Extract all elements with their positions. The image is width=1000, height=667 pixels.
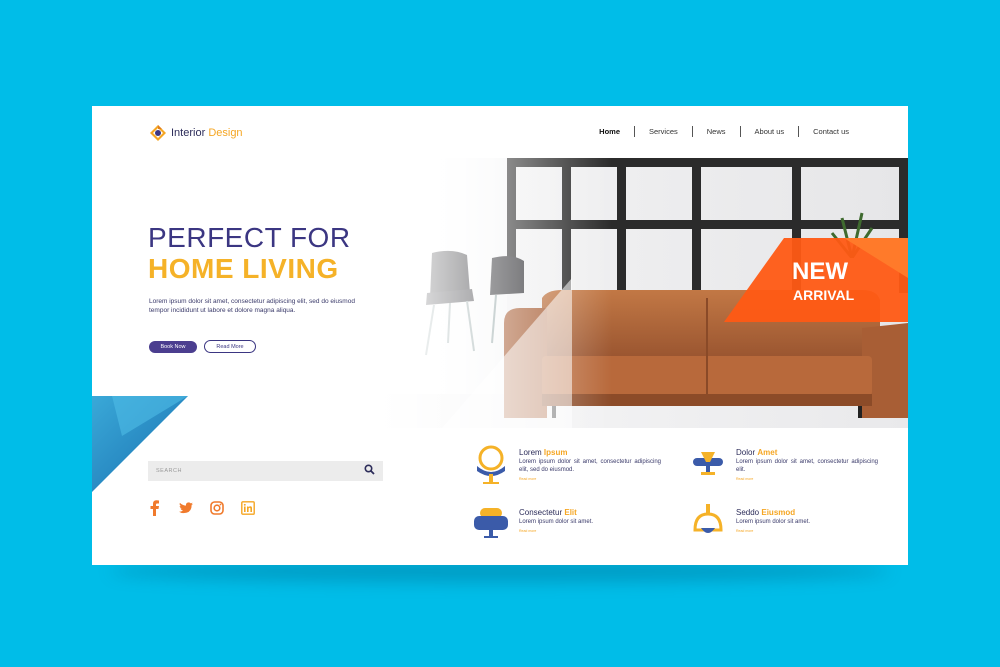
hero-title-line1: PERFECT FOR bbox=[148, 222, 351, 253]
feature-more-link[interactable]: Read more bbox=[736, 477, 753, 481]
instagram-icon[interactable] bbox=[210, 501, 224, 515]
feature-text: Lorem ipsum dolor sit amet. bbox=[736, 519, 811, 525]
hero-section: NEW ARRIVAL PERFECT FOR HOME LIVING Lore… bbox=[92, 158, 908, 428]
logo-text: Interior Design bbox=[171, 127, 243, 139]
feature-title: Lorem Ipsum bbox=[519, 448, 568, 457]
feature-text: Lorem ipsum dolor sit amet, consectetur … bbox=[736, 459, 878, 473]
logo-icon bbox=[149, 124, 167, 142]
hero-light-triangle bbox=[442, 278, 572, 428]
twitter-icon[interactable] bbox=[179, 501, 193, 515]
logo[interactable]: Interior Design bbox=[149, 124, 243, 142]
facebook-icon[interactable] bbox=[148, 500, 162, 516]
search-placeholder: SEARCH bbox=[156, 468, 182, 474]
main-nav: Home Services News About us Contact us bbox=[585, 126, 863, 137]
feature-title: Consectetur Elit bbox=[519, 508, 577, 517]
badge-new-text: NEW bbox=[792, 258, 848, 285]
pendant-lamp-icon bbox=[689, 504, 727, 546]
chair-round-icon bbox=[472, 444, 510, 486]
feature-item[interactable]: Consectetur Elit Lorem ipsum dolor sit a… bbox=[472, 504, 672, 546]
feature-more-link[interactable]: Read more bbox=[519, 477, 536, 481]
nav-home[interactable]: Home bbox=[585, 126, 634, 137]
nav-about[interactable]: About us bbox=[739, 126, 799, 137]
feature-title: Dolor Amet bbox=[736, 448, 778, 457]
book-now-button[interactable]: Book Now bbox=[149, 341, 197, 353]
feature-text: Lorem ipsum dolor sit amet, consectetur … bbox=[519, 459, 661, 473]
nav-news[interactable]: News bbox=[691, 126, 740, 137]
feature-text: Lorem ipsum dolor sit amet. bbox=[519, 519, 594, 525]
hero-description: Lorem ipsum dolor sit amet, consectetur … bbox=[149, 298, 355, 314]
read-more-button[interactable]: Read More bbox=[204, 340, 256, 353]
feature-title: Seddo Eiusmod bbox=[736, 508, 796, 517]
feature-more-link[interactable]: Read more bbox=[519, 529, 536, 533]
armchair-icon bbox=[472, 504, 510, 546]
feature-item[interactable]: Dolor Amet Lorem ipsum dolor sit amet, c… bbox=[689, 444, 889, 486]
nav-services[interactable]: Services bbox=[634, 126, 692, 137]
table-lamp-icon bbox=[689, 444, 727, 486]
hero-title-line2: HOME LIVING bbox=[148, 253, 339, 284]
feature-more-link[interactable]: Read more bbox=[736, 529, 753, 533]
search-bar[interactable]: SEARCH bbox=[148, 461, 383, 481]
social-links bbox=[148, 500, 255, 516]
feature-item[interactable]: Lorem Ipsum Lorem ipsum dolor sit amet, … bbox=[472, 444, 672, 486]
linkedin-icon[interactable] bbox=[241, 501, 255, 515]
landing-page-card: Interior Design Home Services News About… bbox=[92, 106, 908, 565]
feature-item[interactable]: Seddo Eiusmod Lorem ipsum dolor sit amet… bbox=[689, 504, 889, 546]
nav-contact[interactable]: Contact us bbox=[798, 126, 863, 137]
search-icon[interactable] bbox=[364, 462, 375, 480]
badge-arrival-text: ARRIVAL bbox=[793, 287, 855, 303]
